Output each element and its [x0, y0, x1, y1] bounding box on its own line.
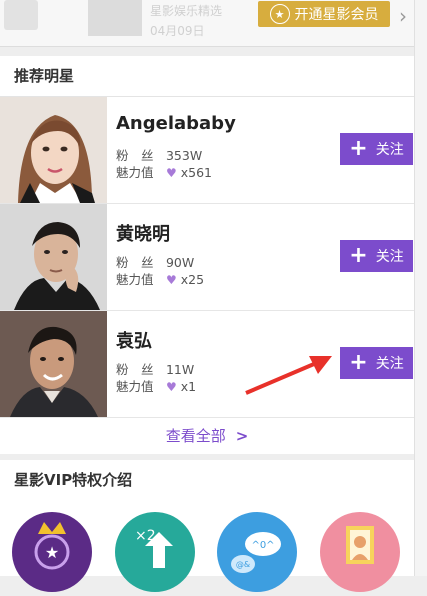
star-photo[interactable]	[0, 204, 107, 310]
see-all-link[interactable]: 查看全部 >	[0, 418, 414, 454]
chevron-right-icon[interactable]: ›	[399, 4, 407, 28]
charm-stat: 魅力值 ♥ x561	[116, 162, 212, 181]
crown-badge-icon[interactable]: ★	[12, 512, 92, 592]
follow-button[interactable]: + 关注	[340, 133, 413, 165]
follow-button[interactable]: + 关注	[340, 347, 413, 379]
vip-section: 星影VIP特权介绍 ★ ×2 ^0^ @&	[0, 460, 414, 592]
star-photo[interactable]	[0, 311, 107, 417]
fans-value: 353W	[165, 148, 203, 163]
heart-icon: ♥	[165, 380, 177, 394]
star-row[interactable]: Angelababy 粉 丝 353W 魅力值 ♥ x561 + 关注	[0, 97, 414, 204]
heart-icon: ♥	[165, 166, 177, 180]
follow-label: 关注	[375, 356, 404, 372]
charm-value: x561	[180, 165, 212, 180]
plus-icon: +	[349, 243, 368, 268]
recommend-section: 推荐明星 Angelababy 粉 丝 353W 魅力值 ♥ x561 + 关注…	[0, 56, 414, 454]
charm-label: 魅力值	[116, 272, 154, 287]
chevron-right-icon: >	[230, 427, 249, 445]
plus-icon: +	[349, 350, 368, 375]
star-name: 黄晓明	[116, 224, 170, 245]
blurred-text-line2: 04月09日	[150, 24, 205, 38]
vip-title: 星影VIP特权介绍	[14, 471, 133, 489]
star-name: Angelababy	[116, 113, 236, 134]
charm-label: 魅力值	[116, 165, 154, 180]
follow-label: 关注	[375, 249, 404, 265]
fans-value: 90W	[165, 255, 195, 270]
blurred-text-line1: 星影娱乐精选	[150, 4, 223, 18]
top-bar: 星影娱乐精选 04月09日 ★ 开通星影会员 ›	[0, 0, 414, 47]
star-row[interactable]: 黄晓明 粉 丝 90W 魅力值 ♥ x25 + 关注	[0, 204, 414, 311]
chat-text: ^0^	[251, 540, 274, 551]
charm-value: x25	[180, 272, 205, 287]
open-vip-label: 开通星影会员	[294, 7, 379, 23]
blurred-thumbnail	[88, 0, 142, 36]
recommend-title: 推荐明星	[0, 56, 414, 97]
portrait-frame-icon[interactable]	[320, 512, 400, 592]
fans-value: 11W	[165, 362, 195, 377]
double-growth-icon[interactable]: ×2	[115, 512, 195, 592]
chat-at-text: @&	[236, 560, 250, 569]
chat-bubble-icon[interactable]: ^0^ @&	[217, 512, 297, 592]
blurred-avatar	[4, 0, 38, 30]
charm-label: 魅力值	[116, 379, 154, 394]
star-row[interactable]: 袁弘 粉 丝 11W 魅力值 ♥ x1 + 关注	[0, 311, 414, 418]
scrollbar[interactable]	[414, 0, 427, 576]
svg-text:★: ★	[45, 543, 59, 562]
heart-icon: ♥	[165, 273, 177, 287]
plus-icon: +	[349, 136, 368, 161]
vip-icons-row: ★ ×2 ^0^ @&	[0, 500, 414, 592]
charm-stat: 魅力值 ♥ x25	[116, 269, 204, 288]
follow-button[interactable]: + 关注	[340, 240, 413, 272]
see-all-label: 查看全部	[165, 427, 226, 445]
charm-value: x1	[180, 379, 197, 394]
star-name: 袁弘	[116, 331, 152, 352]
star-photo[interactable]	[0, 97, 107, 203]
star-badge-icon: ★	[269, 4, 290, 24]
open-vip-button[interactable]: ★ 开通星影会员	[258, 1, 390, 27]
charm-stat: 魅力值 ♥ x1	[116, 376, 196, 395]
follow-label: 关注	[375, 142, 404, 158]
